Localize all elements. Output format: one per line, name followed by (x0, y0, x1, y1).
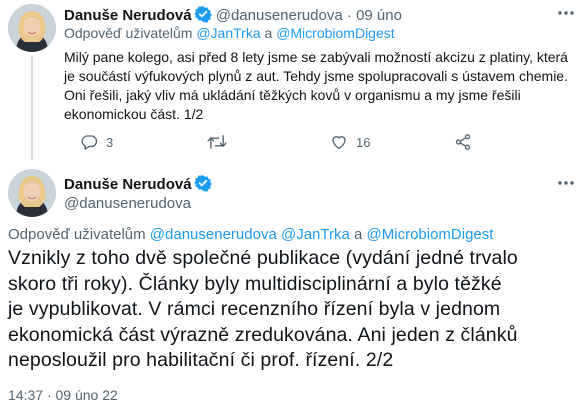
verified-badge-icon (193, 174, 212, 197)
tweet-header: Danuše Nerudová (64, 174, 212, 197)
reply-count: 3 (106, 134, 114, 150)
tweet-text: Milý pane kolego, asi před 8 lety jsme s… (64, 48, 578, 124)
reply-button[interactable]: 3 (80, 132, 113, 152)
tweet-text-line: Vznikly z toho dvě společné publikace (v… (8, 247, 518, 269)
mention-link[interactable]: @MicrobiomDigest (367, 226, 494, 243)
like-icon (330, 133, 348, 151)
author-name[interactable]: Danuše Nerudová (64, 7, 192, 24)
reply-and: a (354, 226, 363, 243)
avatar[interactable] (8, 169, 56, 217)
retweet-icon (207, 133, 227, 151)
like-button[interactable]: 16 (330, 132, 370, 152)
tweet-text-line: ekonomickou část. 1/2 (64, 106, 204, 122)
tweet-text-line: neposloužil pro habilitační či prof. říz… (8, 349, 394, 371)
mention-link[interactable]: @danusenerudova (150, 226, 277, 243)
author-name[interactable]: Danuše Nerudová (64, 176, 192, 193)
like-count: 16 (356, 134, 371, 150)
avatar[interactable] (8, 4, 56, 52)
reply-prefix: Odpověď uživatelům (64, 25, 193, 41)
author-handle[interactable]: @danusenerudova (216, 7, 343, 24)
reply-and: a (264, 25, 273, 41)
mention-link[interactable]: @JanTrka (281, 226, 350, 243)
tweet-timestamp[interactable]: 14:37 · 09 úno 22 (8, 386, 118, 404)
tweet-text-line: Oni řešili, jaký vliv má ukládání těžkýc… (64, 87, 521, 103)
reply-context: Odpověď uživatelům @danusenerudova @JanT… (8, 226, 493, 244)
mention-link[interactable]: @JanTrka (196, 25, 260, 41)
tweet-date: 09 úno 22 (55, 387, 118, 403)
tweet-text-line: skoro tři roky). Články byly multidiscip… (8, 272, 502, 295)
tweet-text-line: je součástí výfukových plynů z aut. Tehd… (64, 68, 568, 84)
tweet-text-line: je vypublikovat. V rámci recenzního říze… (8, 298, 501, 320)
tweet-time: 14:37 (8, 387, 44, 403)
separator: · (46, 387, 52, 403)
share-button[interactable] (454, 132, 472, 152)
author-handle[interactable]: @danusenerudova (64, 195, 191, 213)
share-icon (454, 133, 472, 151)
thread-line (31, 56, 33, 160)
more-icon[interactable] (556, 176, 576, 190)
reply-prefix: Odpověď uživatelům (8, 226, 146, 243)
more-icon[interactable] (556, 6, 576, 20)
action-bar: 3 16 (64, 132, 484, 152)
tweet-text: Vznikly z toho dvě společné publikace (v… (8, 246, 580, 374)
separator: · (346, 7, 352, 24)
tweet-text-line: Milý pane kolego, asi před 8 lety jsme s… (64, 49, 568, 65)
retweet-button[interactable] (207, 132, 235, 152)
reply-context: Odpověď uživatelům @JanTrka a @Microbiom… (64, 25, 395, 42)
reply-icon (80, 133, 98, 151)
mention-link[interactable]: @MicrobiomDigest (276, 25, 394, 41)
tweet-date[interactable]: 09 úno (356, 7, 402, 24)
tweet-text-line: ekonomická část výrazně zredukována. Ani… (8, 323, 518, 346)
